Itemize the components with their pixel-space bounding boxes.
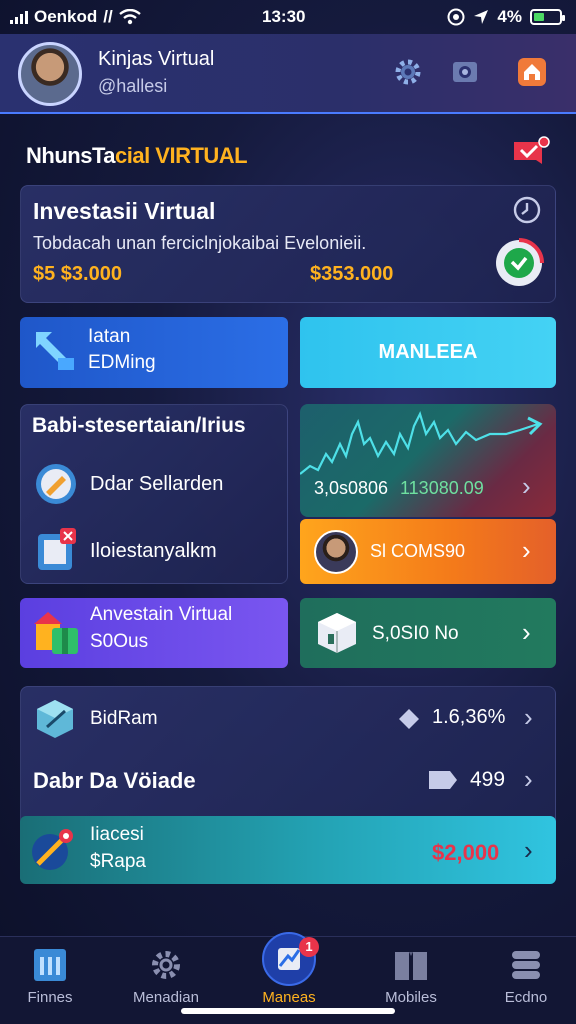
- section-title: Babi-stesertaian/Irius: [32, 414, 246, 437]
- nav-label: Maneas: [262, 989, 316, 1006]
- gift-icon: [34, 612, 78, 654]
- manage-button-label: MANLEEA: [378, 341, 478, 363]
- status-left: Oenkod //: [10, 7, 141, 27]
- payout-line2: $Rapa: [90, 851, 146, 872]
- at-icon: [447, 8, 465, 26]
- stack-icon: [512, 951, 540, 979]
- chevron-right-icon[interactable]: ›: [524, 702, 533, 733]
- notification-icon: [514, 136, 550, 164]
- tag-icon: [399, 709, 419, 729]
- flag-icon: [429, 771, 457, 789]
- nav-item-markets[interactable]: 1 Maneas: [239, 932, 339, 1006]
- user-name: Kinjas Virtual: [98, 48, 215, 70]
- arrows-icon: [36, 332, 74, 370]
- nav-item-mobiles[interactable]: Mobiles: [361, 945, 461, 1006]
- summary-row1-label: BidRam: [90, 708, 158, 729]
- camera-icon: [453, 62, 477, 82]
- nav-label: Menadian: [133, 989, 199, 1006]
- profile-header: Kinjas Virtual @hallesi: [0, 34, 576, 114]
- nav-badge: 1: [299, 937, 319, 957]
- trend-sparkline: [300, 411, 543, 475]
- list-item[interactable]: Iloiestanyalkm: [90, 540, 217, 563]
- green-card-label: S,0SI0 No: [372, 623, 459, 644]
- carrier-label: Oenkod: [34, 7, 98, 26]
- home-indicator[interactable]: [181, 1008, 395, 1014]
- bank-icon: [34, 949, 66, 981]
- summary-row2-value: 499: [470, 768, 506, 791]
- summary-row1-value: 1.6,36%: [432, 706, 506, 728]
- chevron-right-icon[interactable]: ›: [522, 617, 531, 648]
- clock-icon[interactable]: [512, 195, 542, 225]
- chart-value-green: 113080.09: [400, 478, 484, 498]
- battery-icon: [530, 9, 565, 25]
- manage-button[interactable]: MANLEEA: [300, 317, 556, 388]
- status-right: 4%: [447, 7, 565, 27]
- investment-title: Investasii Virtual: [33, 198, 216, 224]
- battery-percent: 4%: [497, 7, 522, 26]
- chevron-right-icon[interactable]: ›: [522, 471, 531, 502]
- brand-part1: NhunsTa: [26, 143, 115, 168]
- edit-button-line2: EDMing: [88, 352, 156, 373]
- cube-icon: [37, 700, 73, 738]
- list-item[interactable]: Ddar Sellarden: [90, 473, 223, 496]
- avatar: [314, 530, 358, 574]
- chart-card[interactable]: [300, 404, 556, 517]
- nav-label: Ecdno: [504, 989, 548, 1006]
- status-bar: Oenkod // 13:30 4%: [0, 0, 576, 34]
- investment-description: Tobdacah unan ferciclnjokaibai Eveloniei…: [33, 233, 367, 253]
- settings-button[interactable]: [390, 54, 426, 90]
- gear-icon: [152, 951, 180, 979]
- nav-label: Mobiles: [385, 989, 437, 1006]
- notification-button[interactable]: [512, 136, 550, 172]
- nav-item-echo[interactable]: Ecdno: [476, 945, 576, 1006]
- box-icon: [318, 613, 356, 653]
- brand-title: NhunsTacial VIRTUAL: [26, 143, 248, 169]
- gear-icon: [395, 59, 421, 85]
- brand-part2: cial VIRTUAL: [114, 143, 248, 168]
- signal-icon: [10, 10, 28, 24]
- house-icon: [518, 58, 546, 86]
- document-icon: [38, 528, 76, 570]
- nav-item-finance[interactable]: Finnes: [0, 945, 100, 1006]
- camera-button[interactable]: [447, 54, 483, 90]
- location-icon: [474, 10, 489, 24]
- chart-value-white: 3,0s0806: [314, 478, 389, 498]
- user-handle: @hallesi: [98, 76, 168, 96]
- home-button[interactable]: [514, 54, 550, 90]
- book-icon: [395, 952, 427, 980]
- carrier-extra: //: [103, 7, 113, 26]
- summary-row2-label: Dabr Da Vöiade: [33, 768, 196, 793]
- pencil-icon: [36, 464, 76, 504]
- nav-label: Finnes: [27, 989, 73, 1006]
- payout-value: $2,000: [432, 840, 500, 865]
- chevron-right-icon[interactable]: ›: [522, 535, 531, 566]
- investment-value-left: $5 $3.000: [33, 263, 122, 285]
- avatar[interactable]: [18, 42, 82, 106]
- purple-card-line2: S0Ous: [90, 631, 149, 652]
- investment-value-right: $353.000: [310, 263, 394, 285]
- purple-card-line1: Anvestain Virtual: [90, 604, 233, 625]
- nav-item-settings[interactable]: Menadian: [116, 945, 216, 1006]
- rocket-icon: [32, 829, 73, 870]
- orange-card-label: Sl COMS90: [370, 541, 466, 561]
- chevron-right-icon[interactable]: ›: [524, 764, 533, 795]
- wifi-icon: [119, 9, 141, 25]
- status-time: 13:30: [262, 7, 306, 26]
- chevron-right-icon[interactable]: ›: [524, 835, 533, 866]
- payout-line1: Iiacesi: [90, 824, 144, 845]
- edit-button-line1: Iatan: [88, 326, 131, 347]
- check-badge-icon[interactable]: [494, 238, 544, 288]
